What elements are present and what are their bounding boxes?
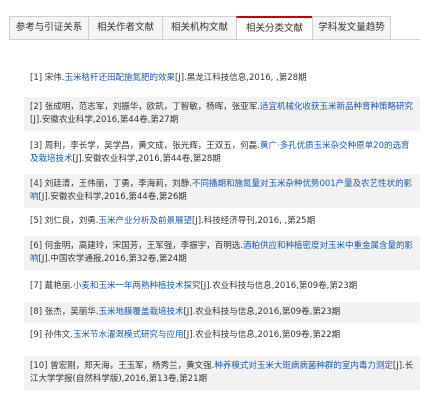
tab-divider	[9, 39, 420, 40]
item-authors: [9] 孙伟文.	[30, 330, 73, 340]
list-item: [8] 张杰，吴丽华.玉米地膜覆盖栽培技术[J].农业科技与信息,2016,第0…	[24, 302, 420, 323]
tab-related-authors[interactable]: 相关作者文献	[88, 16, 162, 40]
item-title-link[interactable]: 种养模式对玉米大斑病病菌种群的室内毒力测定	[214, 361, 393, 371]
item-title-link[interactable]: 小麦和玉米一年两熟种植技术探究	[73, 281, 201, 291]
tab-related-institutions[interactable]: 相关机构文献	[162, 16, 236, 40]
item-source: [J].安徽农业科学,2016,第44卷,第26期	[38, 192, 187, 202]
tab-related-category[interactable]: 相关分类文献	[236, 16, 312, 40]
item-title-link[interactable]: 玉米节水灌溉模式研究与应用	[73, 330, 184, 340]
item-authors: [4] 刘廷清，王伟丽，丁勇，李海莉，刘静.	[30, 179, 192, 189]
item-title-link[interactable]: 适宜机械化收获玉米新品种育种策略研究	[260, 102, 413, 112]
literature-tabs: 参考与引证关系 相关作者文献 相关机构文献 相关分类文献 学科发文量趋势	[9, 16, 391, 40]
item-authors: [8] 张杰，吴丽华.	[30, 307, 99, 317]
tab-reference-citation[interactable]: 参考与引证关系	[9, 16, 88, 40]
tab-subject-trend[interactable]: 学科发文量趋势	[312, 16, 391, 40]
list-item: [2] 张成明，范志军，刘振华，欧凯，丁智敏，杨晖，张亚军.适宜机械化收获玉米新…	[24, 97, 420, 131]
list-item: [1] 宋伟.玉米秸秆还田配施氮肥的效果[J].黑龙江科技信息,2016, ,第…	[24, 72, 420, 85]
related-literature-panel: 参考与引证关系 相关作者文献 相关机构文献 相关分类文献 学科发文量趋势 [1]…	[0, 0, 430, 409]
item-source: [J].安徽农业科学,2016,第44卷,第27期	[30, 115, 179, 125]
list-item: [4] 刘廷清，王伟丽，丁勇，李海莉，刘静.不同播期和施氮量对玉米杂种优势001…	[24, 174, 420, 208]
item-authors: [6] 何金明，高建玲，宋国芳，王军强，李振宇，百明选.	[30, 241, 243, 251]
item-authors: [1] 宋伟.	[30, 73, 65, 83]
list-item: [7] 戴艳丽.小麦和玉米一年两熟种植技术探究[J].农业科技与信息,2016,…	[24, 280, 420, 293]
list-item: [5] 刘仁良，刘勇.玉米产业分析及前景展望[J].科技经济导刊,2016, ,…	[24, 215, 420, 228]
item-source: [J].黑龙江科技信息,2016, ,第28期	[174, 73, 307, 83]
item-source: [J].农业科技与信息,2016,第09卷,第23期	[200, 281, 358, 291]
list-item: [9] 孙伟文.玉米节水灌溉模式研究与应用[J].农业科技与信息,2016,第0…	[24, 329, 420, 342]
item-authors: [2] 张成明，范志军，刘振华，欧凯，丁智敏，杨晖，张亚军.	[30, 102, 260, 112]
item-authors: [7] 戴艳丽.	[30, 281, 73, 291]
item-authors: [5] 刘仁良，刘勇.	[30, 216, 99, 226]
item-title-link[interactable]: 玉米地膜覆盖栽培技术	[98, 307, 183, 317]
list-item: [10] 曾宏刚，郑天海，王玉军，杨秀兰，黄文强.种养模式对玉米大斑病病菌种群的…	[24, 356, 420, 390]
item-title-link[interactable]: 玉米秸秆还田配施氮肥的效果	[64, 73, 175, 83]
item-authors: [10] 曾宏刚，郑天海，王玉军，杨秀兰，黄文强.	[30, 361, 215, 371]
item-source: [J].农业科技与信息,2016,第09卷,第23期	[183, 307, 341, 317]
item-source: [J].农业科技与信息,2016,第09卷,第22期	[183, 330, 341, 340]
list-item: [3] 周利，李长学，吴学昌，黄文成，张光辉，王双五，何磊.黄广·多孔优质玉米杂…	[24, 136, 420, 170]
item-authors: [3] 周利，李长学，吴学昌，黄文成，张光辉，王双五，何磊.	[30, 141, 260, 151]
item-source: [J].中国农学通报,2016,第32卷,第24期	[38, 254, 187, 264]
list-item: [6] 何金明，高建玲，宋国芳，王军强，李振宇，百明选.酒粕供应和种植密度对玉米…	[24, 236, 420, 270]
item-source: [J].科技经济导刊,2016, ,第25期	[191, 216, 316, 226]
item-title-link[interactable]: 玉米产业分析及前景展望	[98, 216, 192, 226]
item-source: [J].安徽农业科学,2016,第44卷,第28期	[72, 154, 221, 164]
